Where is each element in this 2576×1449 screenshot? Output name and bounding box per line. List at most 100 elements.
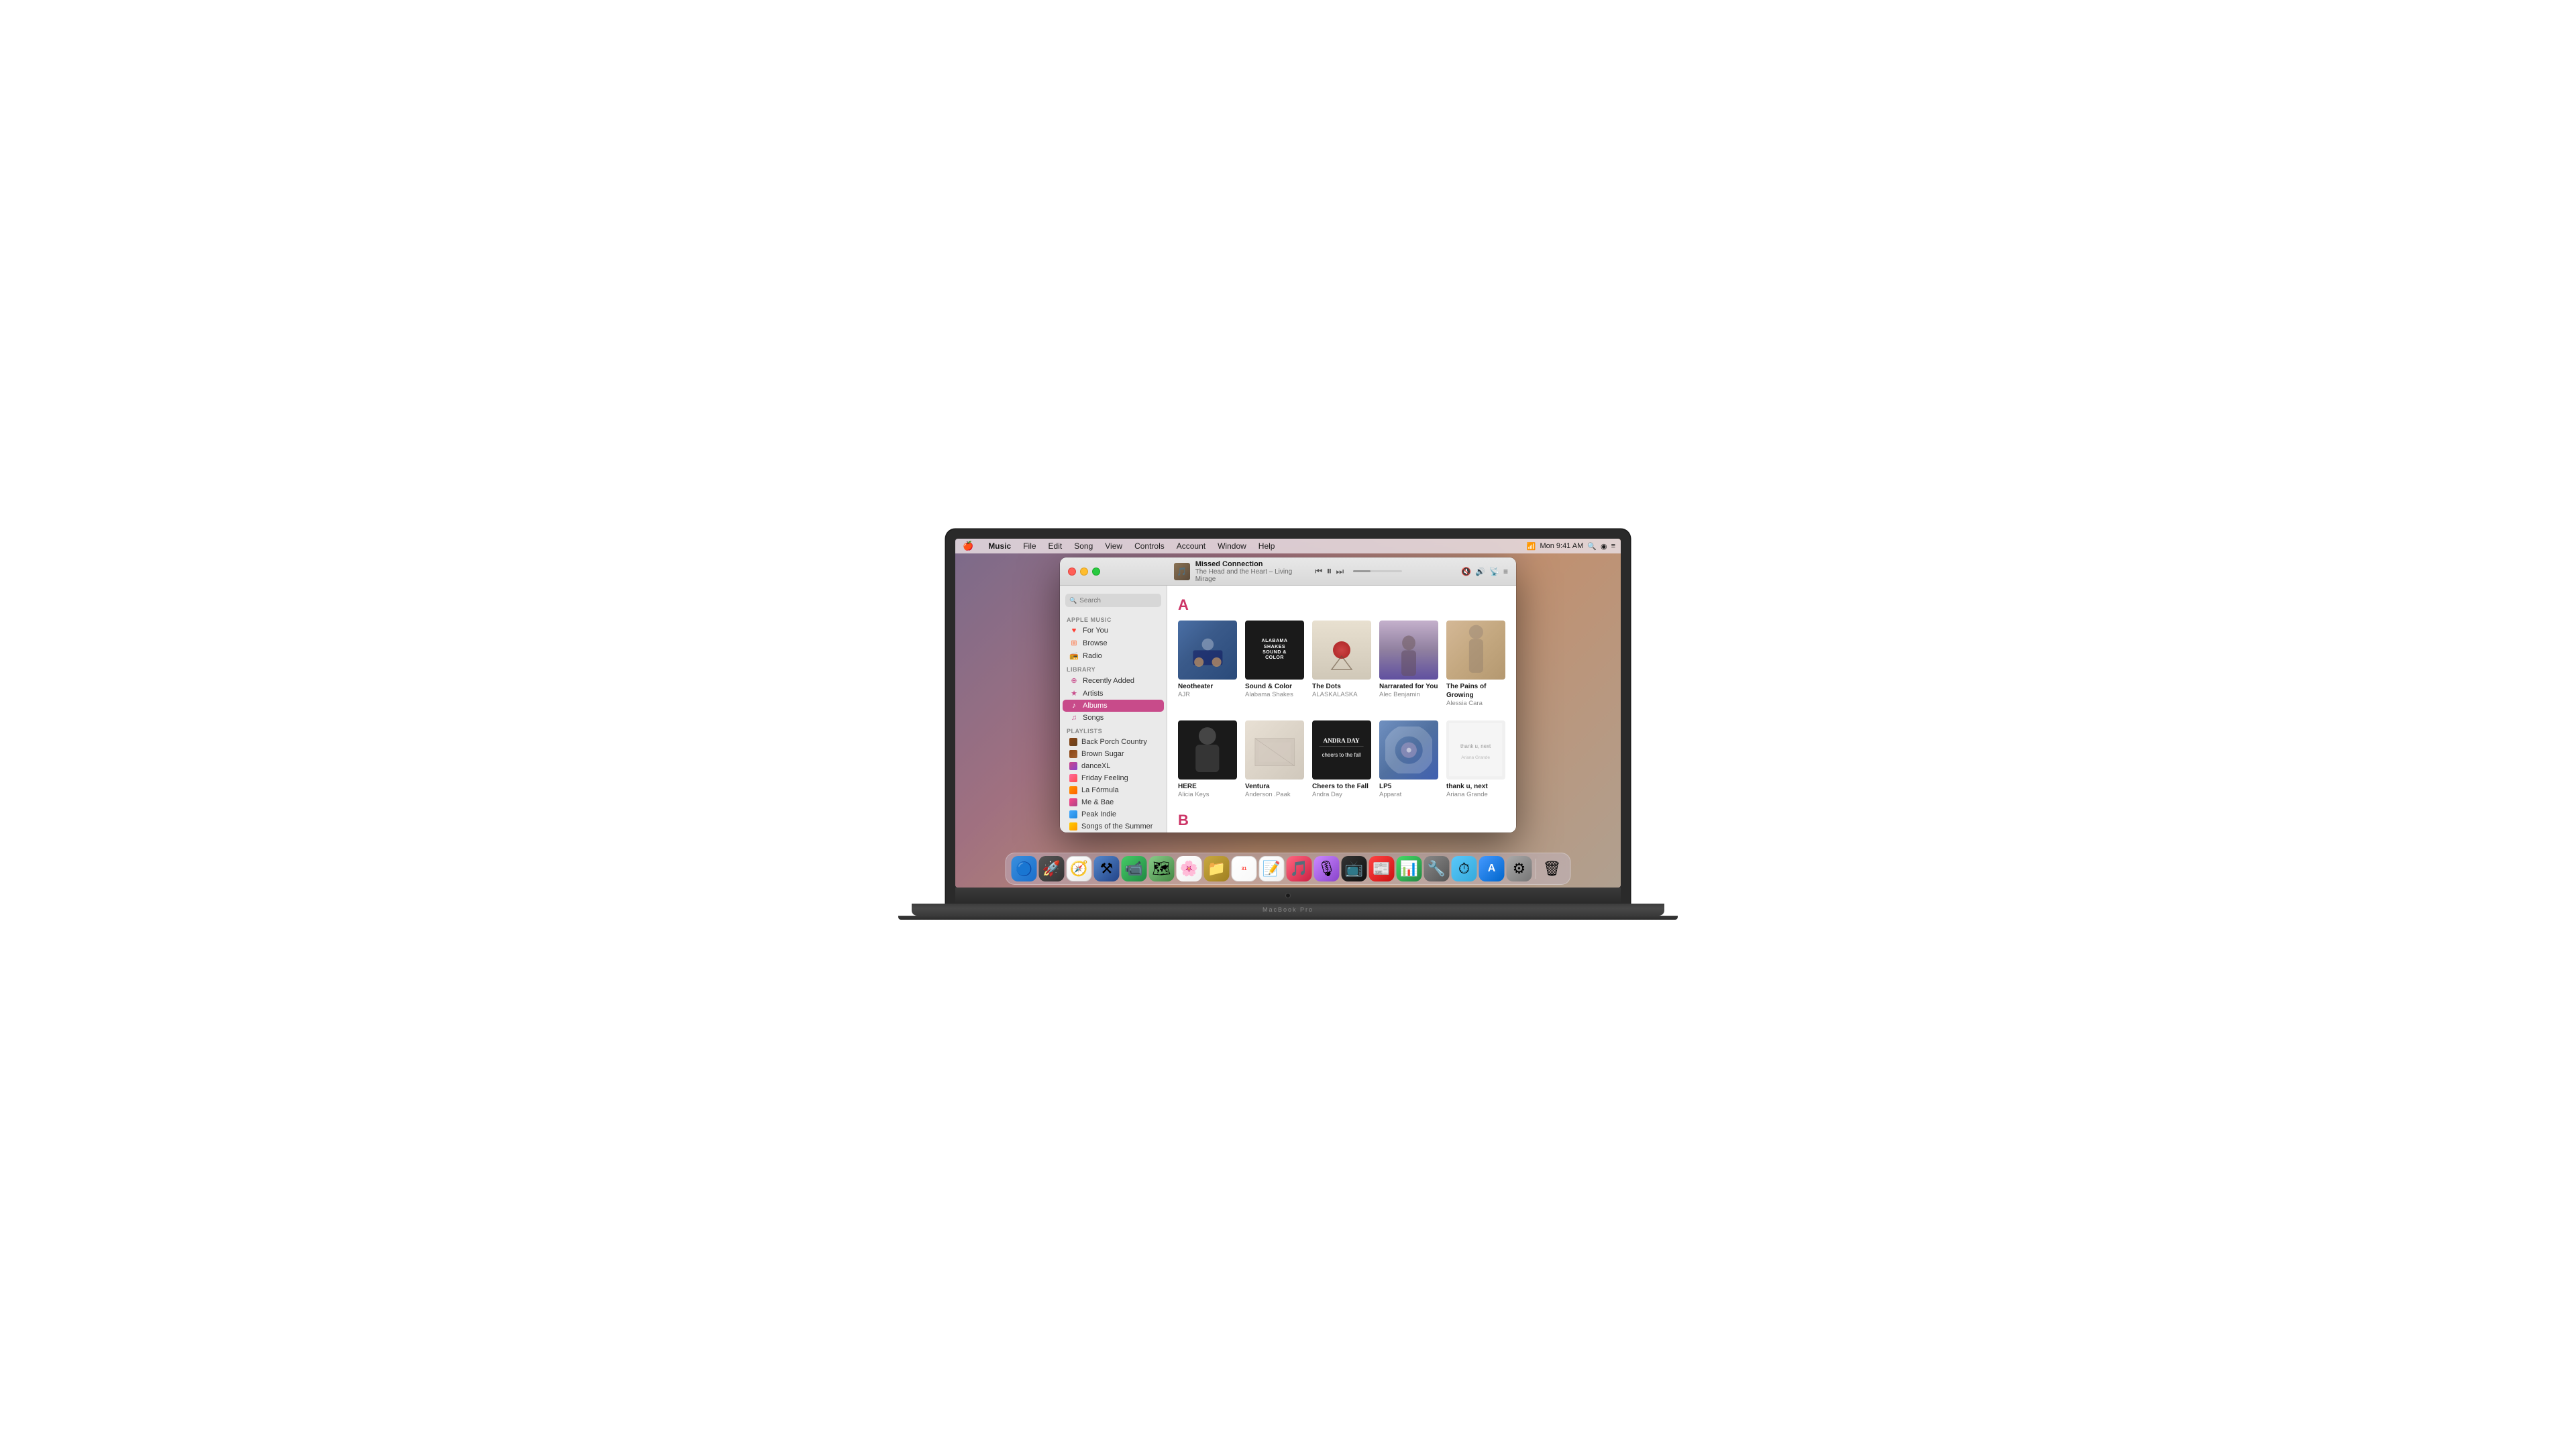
pause-button[interactable]: ⏸ — [1326, 566, 1332, 578]
dock-podcasts[interactable]: 🎙 — [1314, 856, 1340, 881]
sidebar-item-peak-indie[interactable]: Peak Indie — [1063, 808, 1164, 820]
album-artist-ventura: Anderson .Paak — [1245, 791, 1304, 798]
siri-icon[interactable]: ◉ — [1601, 542, 1607, 551]
sidebar-item-browse[interactable]: ⊞ Browse — [1063, 637, 1164, 649]
dock-photos[interactable]: 🌸 — [1177, 856, 1202, 881]
album-alabama-shakes[interactable]: ALABAMASHAKESSOUND &COLOR Sound & Color … — [1245, 621, 1304, 707]
album-cheers[interactable]: ANDRA DAY cheers to the fall Cheers to t… — [1312, 720, 1371, 798]
playlist-friday-feeling-label: Friday Feeling — [1081, 774, 1128, 782]
dock-facetime[interactable]: 📹 — [1122, 856, 1147, 881]
dock-calendar[interactable]: 31 — [1232, 856, 1257, 881]
app-body: 🔍 Apple Music ♥ For You ⊞ Browse — [1060, 586, 1516, 833]
alabama-text: ALABAMASHAKESSOUND &COLOR — [1262, 639, 1288, 661]
apple-menu[interactable]: 🍎 — [961, 541, 975, 551]
airplay-icon[interactable]: 📡 — [1489, 567, 1499, 576]
album-neotheater[interactable]: Neotheater AJR — [1178, 621, 1237, 707]
menubar-help[interactable]: Help — [1256, 541, 1277, 551]
sidebar-item-songs-summer[interactable]: Songs of the Summer — [1063, 820, 1164, 833]
sidebar-item-songs[interactable]: ♫ Songs — [1063, 712, 1164, 724]
dock-appstore[interactable]: A — [1479, 856, 1505, 881]
minimize-button[interactable] — [1080, 568, 1088, 576]
album-ventura[interactable]: Ventura Anderson .Paak — [1245, 720, 1304, 798]
rewind-button[interactable]: ⏮ — [1315, 566, 1323, 577]
album-lp5[interactable]: LP5 Apparat — [1379, 720, 1438, 798]
album-art-neotheater — [1178, 621, 1237, 680]
now-playing-art: 🎵 — [1174, 563, 1190, 580]
search-icon[interactable]: 🔍 — [1587, 542, 1597, 551]
main-content: A — [1167, 586, 1516, 833]
sidebar-item-recently-added[interactable]: ⊕ Recently Added — [1063, 674, 1164, 687]
dock-screen-time[interactable]: ⏱ — [1452, 856, 1477, 881]
playlist-icon-5 — [1069, 798, 1077, 806]
control-center-icon[interactable]: ≡ — [1611, 542, 1615, 550]
dock-news[interactable]: 📰 — [1369, 856, 1395, 881]
menubar-file[interactable]: File — [1021, 541, 1038, 551]
album-title-pains: The Pains of Growing — [1446, 682, 1505, 700]
dock-music[interactable]: 🎵 — [1287, 856, 1312, 881]
forward-button[interactable]: ⏭ — [1336, 566, 1344, 577]
volume-icon[interactable]: 🔊 — [1475, 567, 1485, 576]
album-thank[interactable]: thank u, next Ariana Grande thank u, nex… — [1446, 720, 1505, 798]
dock-folder[interactable]: 📁 — [1204, 856, 1230, 881]
search-bar[interactable]: 🔍 — [1065, 594, 1161, 607]
dock-maps[interactable]: 🗺 — [1149, 856, 1175, 881]
dock-xcode[interactable]: ⚒ — [1094, 856, 1120, 881]
sidebar-item-artists[interactable]: ★ Artists — [1063, 687, 1164, 700]
album-art-pains — [1446, 621, 1505, 680]
menubar-account[interactable]: Account — [1175, 541, 1208, 551]
playlist-danceXL-label: danceXL — [1081, 762, 1110, 770]
playlists-section-label: Playlists — [1060, 724, 1167, 736]
section-a-letter: A — [1178, 596, 1505, 614]
album-dots[interactable]: The Dots ALASKALASKA — [1312, 621, 1371, 707]
dock-numbers[interactable]: 📊 — [1397, 856, 1422, 881]
albums-icon: ♪ — [1069, 702, 1079, 710]
album-art-thank: thank u, next Ariana Grande — [1446, 720, 1505, 780]
menubar-app-name[interactable]: Music — [986, 541, 1013, 551]
album-artist-narrated: Alec Benjamin — [1379, 691, 1438, 698]
mute-icon[interactable]: 🔇 — [1461, 567, 1471, 576]
dock-appletv[interactable]: 📺 — [1342, 856, 1367, 881]
menubar-view[interactable]: View — [1103, 541, 1124, 551]
playlist-icon-6 — [1069, 810, 1077, 818]
menubar-controls[interactable]: Controls — [1132, 541, 1167, 551]
search-input[interactable] — [1079, 597, 1157, 604]
sidebar-item-radio[interactable]: 📻 Radio — [1063, 649, 1164, 662]
album-here[interactable]: HERE Alicia Keys — [1178, 720, 1237, 798]
sidebar-item-for-you[interactable]: ♥ For You — [1063, 625, 1164, 637]
dock-sysprefs[interactable]: ⚙ — [1507, 856, 1532, 881]
sidebar-item-la-formula[interactable]: La Fórmula — [1063, 784, 1164, 796]
menubar-edit[interactable]: Edit — [1046, 541, 1065, 551]
dock-instruments[interactable]: 🔧 — [1424, 856, 1450, 881]
sidebar-item-albums[interactable]: ♪ Albums — [1063, 700, 1164, 712]
albums-grid-a: Neotheater AJR ALABAMASHAKESSOUND &COLOR… — [1178, 621, 1505, 707]
playlist-me-bae-label: Me & Bae — [1081, 798, 1114, 806]
playlist-icon-2 — [1069, 762, 1077, 770]
sidebar-item-me-bae[interactable]: Me & Bae — [1063, 796, 1164, 808]
apple-music-section-label: Apple Music — [1060, 612, 1167, 625]
playlist-la-formula-label: La Fórmula — [1081, 786, 1119, 794]
sidebar-item-friday-feeling[interactable]: Friday Feeling — [1063, 772, 1164, 784]
sidebar-item-brown-sugar[interactable]: Brown Sugar — [1063, 748, 1164, 760]
dock-launchpad[interactable]: 🚀 — [1039, 856, 1065, 881]
dock-safari[interactable]: 🧭 — [1067, 856, 1092, 881]
album-narrated[interactable]: Narrarated for You Alec Benjamin — [1379, 621, 1438, 707]
album-pains[interactable]: The Pains of Growing Alessia Cara — [1446, 621, 1505, 707]
fullscreen-button[interactable] — [1092, 568, 1100, 576]
dock-reminders[interactable]: 📝 — [1259, 856, 1285, 881]
menubar-right: 📶 Mon 9:41 AM 🔍 ◉ ≡ — [1527, 542, 1615, 551]
progress-bar[interactable] — [1353, 570, 1402, 572]
sidebar-item-danceXL[interactable]: danceXL — [1063, 760, 1164, 772]
dock-finder[interactable]: 🔵 — [1012, 856, 1037, 881]
menubar-song[interactable]: Song — [1072, 541, 1095, 551]
close-button[interactable] — [1068, 568, 1076, 576]
queue-icon[interactable]: ≡ — [1503, 567, 1508, 576]
screen-chin — [955, 888, 1621, 904]
album-artist-neotheater: AJR — [1178, 691, 1237, 698]
dock-trash[interactable]: 🗑 — [1540, 856, 1565, 881]
menubar-window[interactable]: Window — [1216, 541, 1248, 551]
album-title-here: HERE — [1178, 782, 1237, 791]
album-artist-dots: ALASKALASKA — [1312, 691, 1371, 698]
dock: 🔵 🚀 🧭 ⚒ 📹 🗺 🌸 — [1006, 853, 1571, 885]
sidebar-item-back-porch[interactable]: Back Porch Country — [1063, 736, 1164, 748]
clock: Mon 9:41 AM — [1540, 542, 1583, 550]
